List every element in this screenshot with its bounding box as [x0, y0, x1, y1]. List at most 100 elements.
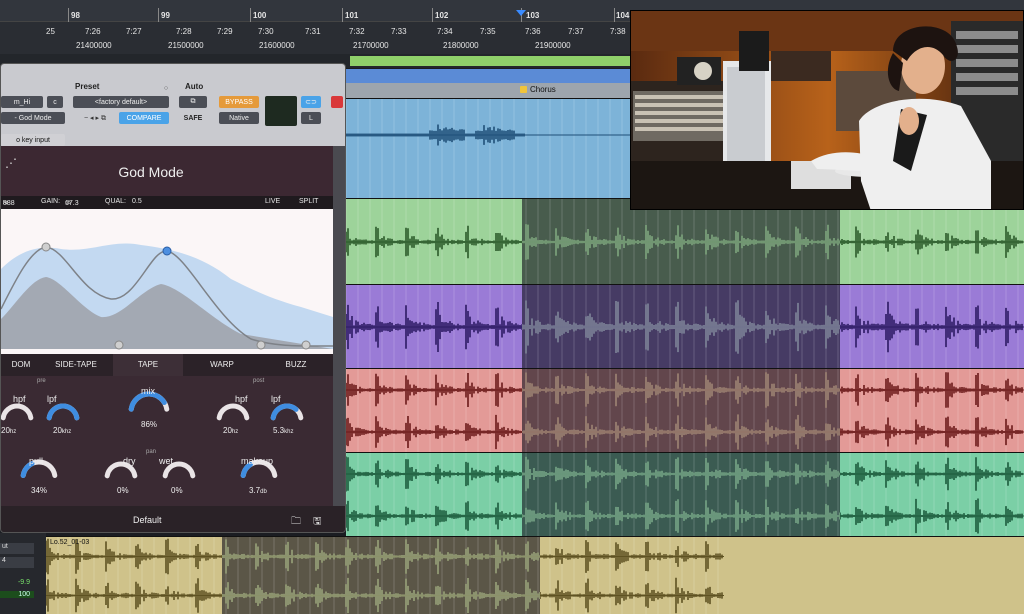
lpf-post-value: 5.3khz [273, 426, 294, 435]
audio-track[interactable] [346, 452, 1024, 536]
pan-label: pan [146, 449, 157, 455]
samples-label: 21900000 [535, 41, 571, 50]
track-letter[interactable]: c [47, 96, 63, 108]
pre-section-label: pre [37, 378, 46, 384]
time-label: 7:30 [258, 27, 274, 36]
eq-band-handle-selected[interactable] [162, 246, 172, 256]
samples-label: 21600000 [259, 41, 295, 50]
clip-name[interactable]: Lo.52_01-03 [50, 539, 89, 546]
time-label: 7:33 [391, 27, 407, 36]
native-selector[interactable]: Native [219, 112, 259, 124]
playhead-marker[interactable] [516, 10, 526, 16]
bar-number: 98 [71, 11, 80, 20]
hpf-pre-knob[interactable] [1, 403, 34, 421]
plugin-window[interactable]: Preset Auto ○ m_Hi c - God Mode <factory… [0, 63, 346, 533]
eq-band-handle[interactable] [301, 340, 311, 350]
bar-number: 99 [161, 11, 170, 20]
bar-number: 100 [253, 11, 267, 20]
plugin-scrollbar[interactable] [333, 146, 345, 506]
plugin-header: Preset Auto ○ m_Hi c - God Mode <factory… [1, 64, 345, 146]
tab-dom[interactable]: DOM [1, 360, 41, 369]
markers-ruler[interactable]: Chorus [330, 83, 630, 98]
samples-label: 21400000 [76, 41, 112, 50]
audio-track[interactable] [346, 368, 1024, 452]
key-input-selector[interactable]: o key input [1, 134, 65, 146]
dry-label: dry [123, 456, 136, 466]
selection-range[interactable] [350, 56, 630, 66]
samples-label: 21500000 [168, 41, 204, 50]
eq-curve-display[interactable] [1, 209, 334, 354]
webcam-video-overlay [630, 10, 1024, 210]
studio-scene-image [631, 11, 1023, 209]
track-controls: ut 4 -9.9 100 [0, 533, 46, 614]
time-label: 25 [46, 27, 55, 36]
preset-menu-icon[interactable]: ○ [161, 82, 171, 94]
loop-range-bar[interactable] [330, 69, 630, 83]
safe-button[interactable]: SAFE [179, 112, 207, 124]
eq-band-handle[interactable] [256, 340, 266, 350]
live-toggle[interactable]: LIVE [265, 198, 280, 205]
tab-side-tape[interactable]: SIDE-TAPE [45, 360, 107, 369]
wet-label: wet [159, 456, 174, 466]
bar-number: 102 [435, 11, 449, 20]
hpf-post-knob[interactable] [216, 403, 250, 421]
gain-readout: -9.9 [17, 579, 30, 586]
mix-knob-fill [128, 391, 167, 412]
mix-label: mix [141, 386, 155, 396]
preset-selector[interactable]: <factory default> [73, 96, 169, 108]
wet-value: 0% [171, 486, 183, 495]
audio-track[interactable] [346, 198, 1024, 284]
dry-value: 0% [117, 486, 129, 495]
tab-buzz[interactable]: BUZZ [261, 360, 331, 369]
eq-band-handle[interactable] [114, 340, 124, 350]
lpf-pre-knob-fill [46, 403, 80, 421]
power-icon[interactable] [331, 96, 343, 108]
qual-value: 0.5 [132, 198, 142, 205]
compare-button[interactable]: COMPARE [119, 112, 169, 124]
marker-chorus[interactable]: Chorus [520, 85, 556, 94]
link-mode-selector[interactable]: L [301, 112, 321, 124]
insert-selector[interactable]: - God Mode [1, 112, 65, 124]
bar-number: 103 [526, 11, 540, 20]
split-toggle[interactable]: SPLIT [299, 198, 318, 205]
auto-heading: Auto [185, 82, 204, 91]
bypass-button[interactable]: BYPASS [219, 96, 259, 108]
output-selector[interactable]: ut [0, 543, 34, 554]
time-label: 7:27 [126, 27, 142, 36]
tab-warp[interactable]: WARP [187, 360, 257, 369]
time-label: 7:32 [349, 27, 365, 36]
hpf-pre-label: hpf [13, 394, 26, 404]
marker-icon [520, 86, 527, 93]
plugin-title: God Mode [118, 164, 184, 180]
gain-label: GAIN: [41, 198, 61, 205]
lpf-pre-value: 20khz [53, 426, 72, 435]
time-label: 7:35 [480, 27, 496, 36]
audio-track[interactable] [346, 284, 1024, 368]
audio-track[interactable]: Lo.52_01-03 [46, 536, 1024, 614]
time-label: 7:34 [437, 27, 453, 36]
track-selector[interactable]: m_Hi [1, 96, 43, 108]
makeup-label: makeup [241, 456, 274, 466]
pull-label: pull [29, 456, 44, 466]
link-icon[interactable]: ⊂⊃ [301, 96, 321, 108]
level-meter [265, 96, 297, 126]
save-icon[interactable]: 🖫 [313, 514, 322, 531]
eq-band-handle[interactable] [41, 242, 51, 252]
preset-prev-next[interactable]: − ◂ ▸ ⧉ [73, 112, 117, 124]
hpf-post-value: 20hz [223, 426, 239, 435]
automation-button[interactable]: ⧉ [179, 96, 207, 108]
eq-graph[interactable] [1, 209, 334, 354]
volume-readout[interactable]: 100 [0, 591, 34, 598]
qual-label: QUAL: [105, 198, 127, 205]
folder-icon[interactable]: 🗀 [291, 514, 301, 531]
band-info-bar: 888 hz GAIN: 17.3 db QUAL: 0.5 LIVE SPLIT [1, 196, 345, 209]
marker-label: Chorus [530, 85, 556, 94]
post-section-label: post [253, 378, 265, 384]
tab-tape[interactable]: TAPE [113, 354, 183, 376]
plugin-footer: Default 🗀 🖫 [1, 506, 345, 532]
time-label: 7:38 [610, 27, 626, 36]
footer-preset-name[interactable]: Default [133, 515, 162, 525]
voice-selector[interactable]: 4 [0, 557, 34, 568]
knob-panel: pre post hpf lpf mix hpf lpf 20hz 20khz … [1, 376, 333, 506]
lpf-post-label: lpf [271, 394, 281, 404]
